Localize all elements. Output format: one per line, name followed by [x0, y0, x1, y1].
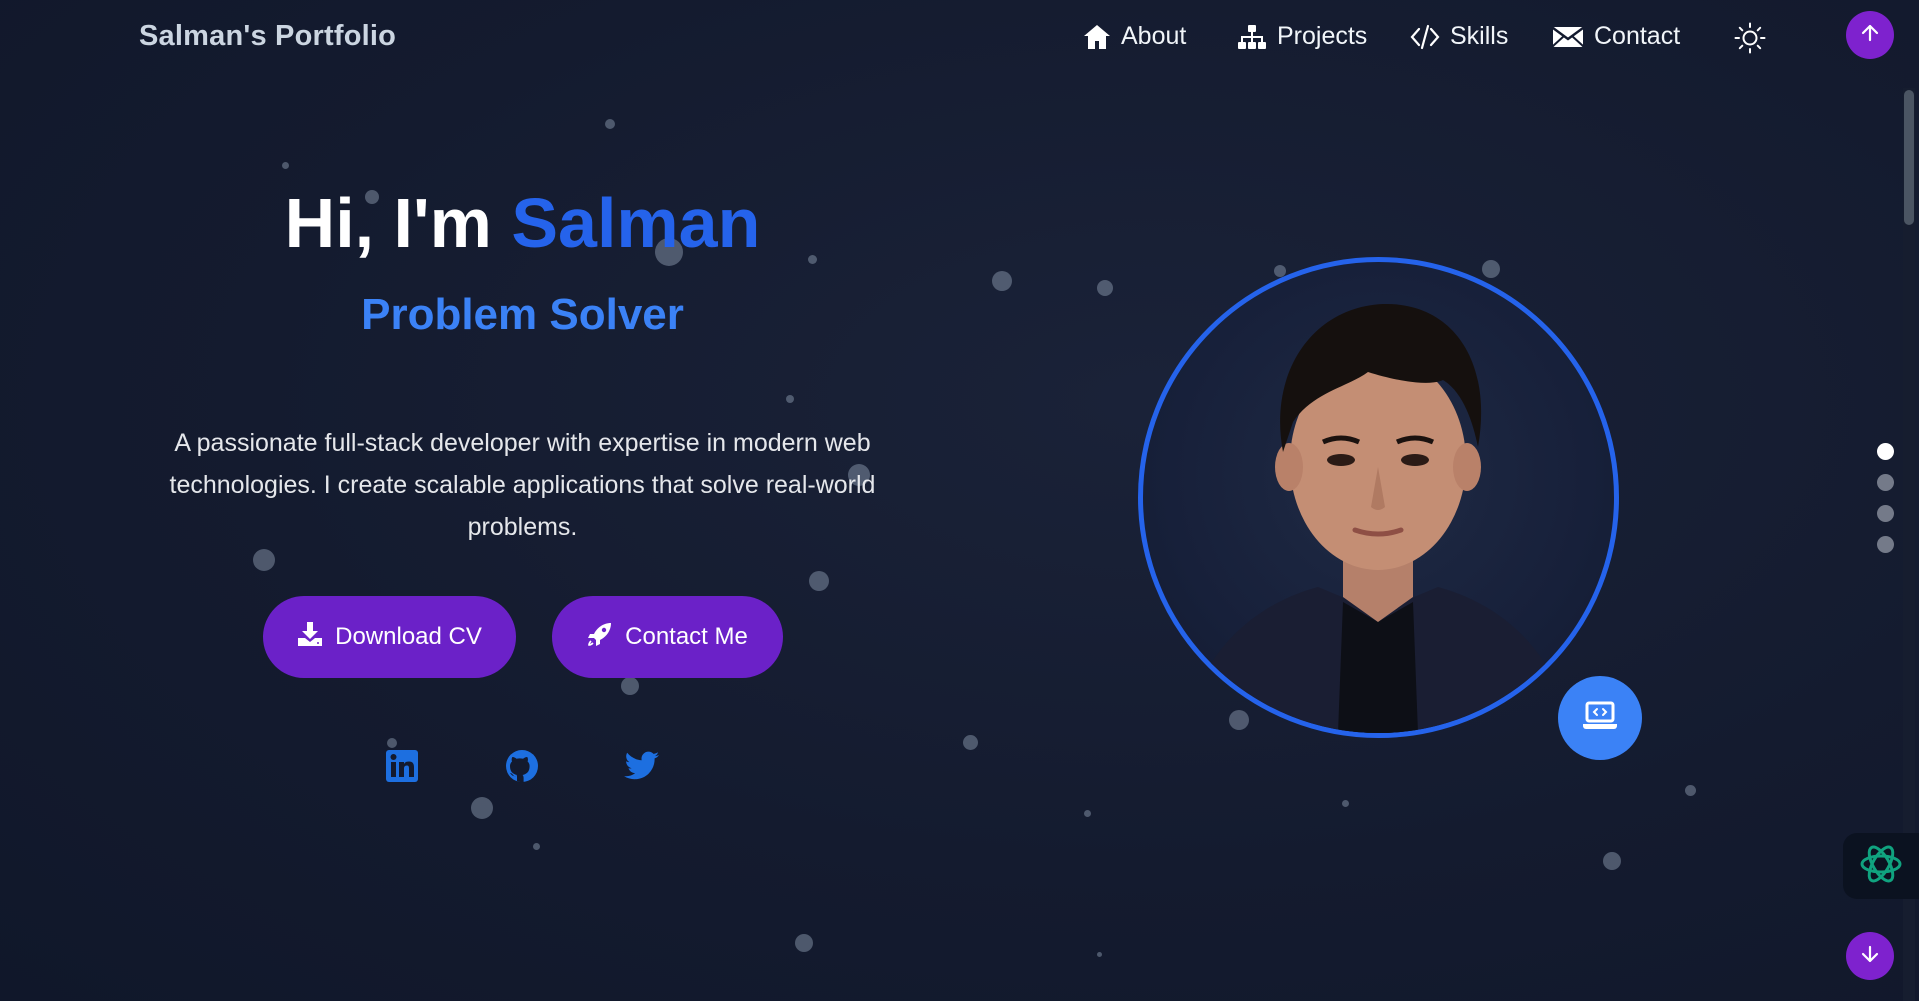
- scroll-down-button[interactable]: [1846, 932, 1894, 980]
- download-cv-label: Download CV: [335, 623, 482, 650]
- nav-item-about[interactable]: About: [1083, 22, 1186, 51]
- nav-item-skills[interactable]: Skills: [1410, 22, 1508, 51]
- section-dot-1[interactable]: [1877, 443, 1894, 460]
- profile-photo-illustration: [1183, 303, 1573, 733]
- nav-item-label: Skills: [1450, 22, 1509, 50]
- twitter-link[interactable]: [622, 748, 662, 788]
- portfolio-page: Salman's Portfolio About Projects Skills…: [0, 0, 1919, 1001]
- background-particle: [992, 271, 1012, 291]
- nav-item-projects[interactable]: Projects: [1237, 22, 1367, 51]
- download-icon: [297, 621, 323, 654]
- background-particle: [963, 735, 978, 750]
- hero-headline: Hi, I'm Salman: [120, 180, 925, 266]
- background-particle: [1603, 852, 1621, 870]
- scrollbar-thumb[interactable]: [1904, 90, 1914, 225]
- background-particle: [1482, 260, 1500, 278]
- laptop-code-icon: [1582, 701, 1618, 736]
- background-particle: [1097, 952, 1102, 957]
- nav-item-label: Contact: [1594, 22, 1681, 50]
- hero-role: Problem Solver: [361, 290, 684, 339]
- background-particle: [1097, 280, 1113, 296]
- sun-icon: [1734, 22, 1766, 58]
- contact-me-button[interactable]: Contact Me: [552, 596, 783, 678]
- openai-icon: [1858, 841, 1904, 892]
- section-dot-4[interactable]: [1877, 536, 1894, 553]
- hero-name: Salman: [511, 184, 761, 262]
- nav-item-contact[interactable]: Contact: [1552, 22, 1680, 51]
- rocket-icon: [587, 621, 613, 654]
- hero-greeting: Hi, I'm: [284, 184, 512, 262]
- dev-badge-button[interactable]: [1558, 676, 1642, 760]
- background-particle: [1685, 785, 1696, 796]
- nav-item-label: About: [1121, 22, 1187, 50]
- linkedin-link[interactable]: [382, 748, 422, 788]
- section-pagination: [1877, 443, 1894, 553]
- linkedin-icon: [385, 749, 419, 788]
- github-icon: [504, 748, 540, 789]
- theme-toggle-button[interactable]: [1734, 22, 1766, 59]
- envelope-icon: [1552, 25, 1584, 49]
- background-particle: [1342, 800, 1349, 807]
- hero-intro: Hi, I'm Salman Problem Solver A passiona…: [120, 0, 925, 1001]
- profile-photo: [1138, 257, 1619, 738]
- section-dot-2[interactable]: [1877, 474, 1894, 491]
- background-particle: [1229, 710, 1249, 730]
- hero-description: A passionate full-stack developer with e…: [169, 429, 876, 541]
- home-icon: [1083, 24, 1111, 50]
- background-particle: [1084, 810, 1091, 817]
- section-dot-3[interactable]: [1877, 505, 1894, 522]
- github-link[interactable]: [502, 748, 542, 788]
- twitter-icon: [624, 751, 660, 786]
- scroll-up-button[interactable]: [1846, 11, 1894, 59]
- sitemap-icon: [1237, 24, 1267, 50]
- ai-assistant-button[interactable]: [1843, 833, 1919, 899]
- download-cv-button[interactable]: Download CV: [263, 596, 516, 678]
- arrow-down-icon: [1859, 943, 1881, 970]
- code-icon: [1410, 24, 1440, 50]
- arrow-up-icon: [1859, 22, 1881, 49]
- contact-me-label: Contact Me: [625, 623, 748, 650]
- nav-item-label: Projects: [1277, 22, 1368, 50]
